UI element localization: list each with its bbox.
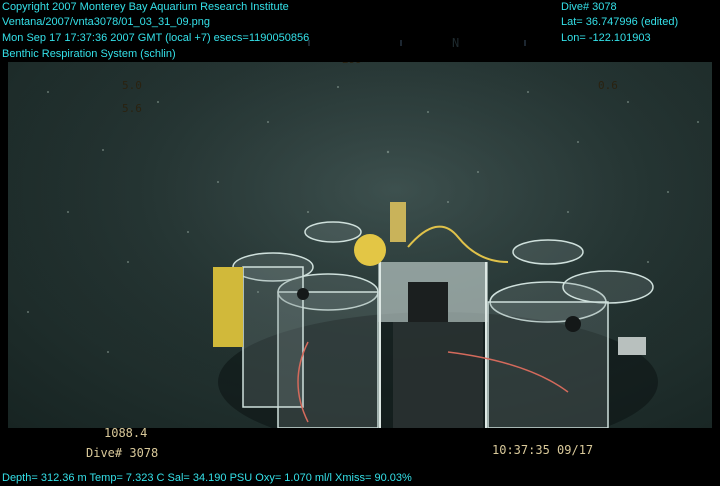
chamber-lid [512,239,584,265]
camera-view: 299 5.0 5.6 0.6 [8,62,712,428]
compass-tick [308,40,310,46]
compass-tick [400,40,402,46]
valve-cap [565,316,581,332]
underwater-scene [8,62,712,428]
compass-tick [524,40,526,46]
heading-value: 299 [342,62,362,66]
left-scale-top: 5.0 [122,79,142,92]
filename-text: Ventana/2007/vnta3078/01_03_31_09.png [2,16,210,28]
yellow-float [354,234,386,266]
project-text: Benthic Respiration System (schlin) [2,48,176,60]
timestamp-overlay: 10:37:35 09/17 [492,443,594,457]
video-frame-capture: { "header": { "copyright": "Copyright 20… [0,0,720,486]
latitude-text: Lat= 36.747996 (edited) [561,16,679,28]
left-scale-bottom: 5.6 [122,102,142,115]
right-scale-bottom: 0.6 [598,79,618,92]
dive-overlay: Dive# 3078 [86,446,159,460]
chamber-lid [562,270,654,304]
yellow-instrument-housing [213,267,243,347]
telemetry-footer: Depth= 312.36 m Temp= 7.323 C Sal= 34.19… [2,472,412,484]
copyright-text: Copyright 2007 Monterey Bay Aquarium Res… [2,1,289,13]
depth-overlay: 1088.4 [104,426,148,440]
valve-cap [297,288,309,300]
chamber-body [242,266,304,408]
compass-north-label: N [452,36,460,50]
longitude-text: Lon= -122.101903 [561,32,651,44]
dive-number-text: Dive# 3078 [561,1,617,13]
compass-strip: N [250,36,560,52]
chamber-body [487,301,609,428]
chamber-lid [304,221,362,243]
sensor-canister [390,202,406,242]
bracket [618,337,646,355]
